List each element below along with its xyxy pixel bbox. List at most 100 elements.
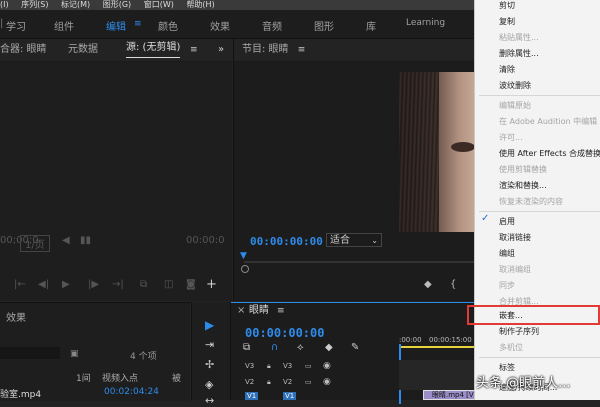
eye-icon[interactable]: ◉ xyxy=(323,377,331,387)
project-panel: 效果 ▣ 4 个项 1间 视频入点 被 验室.mp4 00:02:04:24 xyxy=(0,302,190,401)
menu-item-graphics[interactable]: 图形(G) xyxy=(103,0,131,9)
file-name: 验室.mp4 xyxy=(0,390,42,400)
zoom-handle[interactable] xyxy=(241,265,249,273)
mark-out-icon[interactable]: ▮▮ xyxy=(80,235,91,246)
tab-source[interactable]: 源: (无剪辑) xyxy=(126,39,181,58)
workspace-tab-libraries[interactable]: 库 xyxy=(366,18,376,33)
track-target[interactable]: V3 xyxy=(245,362,254,370)
source-transport: |← ◀| ▶ |▶ →| ⧉ ◫ ◙ + xyxy=(0,277,232,293)
selection-tool-icon[interactable]: ▶ xyxy=(205,318,214,332)
track-target[interactable]: V2 xyxy=(245,378,254,386)
step-forward-icon[interactable]: →| xyxy=(112,279,124,290)
program-timecode[interactable]: 00:00:00:00 xyxy=(250,235,323,248)
in-point-icon[interactable]: { xyxy=(450,279,456,290)
sync-lock-icon[interactable]: ▭ xyxy=(305,378,312,386)
sync-lock-icon[interactable]: ▭ xyxy=(305,362,312,370)
workspace-tab-audio[interactable]: 音频 xyxy=(262,18,282,33)
project-row[interactable]: 验室.mp4 00:02:04:24 xyxy=(0,387,190,400)
menu-item-cut[interactable]: 剪切 xyxy=(499,0,515,11)
column-more[interactable]: 被 xyxy=(172,371,181,384)
menu-item-ripple-delete[interactable]: 波纹删除 xyxy=(499,80,531,91)
linked-selection-icon[interactable]: ⟡ xyxy=(297,342,304,353)
marker-icon[interactable]: ◆ xyxy=(424,279,432,290)
menu-item-group[interactable]: 编组 xyxy=(499,248,515,259)
track-area[interactable] xyxy=(399,360,475,390)
playhead-icon[interactable]: ▼ xyxy=(240,251,247,261)
menu-icon[interactable]: ≡ xyxy=(134,19,142,29)
lock-icon[interactable]: 🔒︎ xyxy=(267,378,271,387)
forward-icon[interactable]: |▶ xyxy=(88,279,99,290)
add-marker-icon[interactable]: ◆ xyxy=(325,342,333,353)
program-title[interactable]: 节目: 眼睛 xyxy=(242,44,289,55)
menu-separator xyxy=(479,357,600,358)
menu-item-clip[interactable]: (I) xyxy=(0,0,9,9)
workspace-tab-color[interactable]: 颜色 xyxy=(158,18,178,33)
step-back-icon[interactable]: |← xyxy=(14,279,26,290)
track-name: V1 xyxy=(283,392,297,400)
effects-tab[interactable]: 效果 xyxy=(6,309,26,324)
menu-item-paste-attributes: 粘贴属性... xyxy=(499,33,539,42)
menu-item-remove-attributes[interactable]: 删除属性... xyxy=(499,48,539,59)
menu-item-unlink[interactable]: 取消链接 xyxy=(499,232,531,243)
workspace-tab-graphics[interactable]: 图形 xyxy=(314,18,334,33)
lock-icon[interactable]: 🔒︎ xyxy=(267,362,271,371)
menu-item-replace-after-effects[interactable]: 使用 After Effects 合成替换 xyxy=(499,148,600,159)
add-button-icon[interactable]: + xyxy=(206,277,217,292)
overwrite-icon[interactable]: ◫ xyxy=(164,279,173,290)
work-area-bar[interactable] xyxy=(399,346,475,348)
panel-menu-icon[interactable]: ≡ xyxy=(277,303,285,319)
project-search[interactable] xyxy=(0,347,60,359)
column-frame-rate[interactable]: 1间 xyxy=(76,371,91,384)
track-select-icon[interactable]: ⇥ xyxy=(205,338,214,351)
menu-item-enable[interactable]: 启用 xyxy=(499,216,515,227)
workspace-tab-editing[interactable]: 编辑 xyxy=(106,18,126,33)
mark-in-icon[interactable]: ◀ xyxy=(62,235,70,246)
menu-item-render-and-replace[interactable]: 渲染和替换... xyxy=(499,180,547,191)
slip-tool-icon[interactable]: ↔ xyxy=(205,394,214,407)
menu-item-copy[interactable]: 复制 xyxy=(499,16,515,27)
tab-audio-mixer[interactable]: 合器: 眼睛 xyxy=(0,39,47,61)
track-v2[interactable]: V2 🔒︎ V2 ▭ ◉ xyxy=(241,376,399,390)
scrubber-track xyxy=(244,261,475,263)
expand-panels-icon[interactable]: » xyxy=(218,39,224,61)
razor-tool-icon[interactable]: ◈ xyxy=(205,378,213,391)
timeline-timecode[interactable]: 00:00:00:00 xyxy=(245,326,324,340)
snap-icon[interactable]: ∩ xyxy=(271,342,278,353)
page-selector[interactable]: 1/页 xyxy=(20,235,50,252)
menu-item-clear[interactable]: 清除 xyxy=(499,64,515,75)
ripple-edit-icon[interactable]: ✢ xyxy=(205,358,214,371)
menu-item-help[interactable]: 帮助(H) xyxy=(186,0,214,9)
folder-icon[interactable]: ▣ xyxy=(70,349,79,359)
insert-icon[interactable]: ⧉ xyxy=(140,279,147,290)
menu-item-sequence[interactable]: 序列(S) xyxy=(21,0,48,9)
tab-metadata[interactable]: 元数据 xyxy=(68,39,98,61)
menu-item-window[interactable]: 窗口(W) xyxy=(144,0,174,9)
workspace-tab-assembly[interactable]: 组件 xyxy=(54,18,74,33)
eye-icon[interactable]: ◉ xyxy=(323,361,331,371)
close-icon[interactable]: × xyxy=(237,303,245,319)
menu-item-replace-with-clip: 使用剪辑替换 xyxy=(499,165,547,174)
insert-sequence-icon[interactable]: ⧉ xyxy=(243,342,250,353)
column-video-in[interactable]: 视频入点 xyxy=(102,371,138,384)
wrench-icon[interactable]: ✎ xyxy=(351,342,359,353)
track-v1[interactable]: V1 V1 xyxy=(241,392,399,400)
play-icon[interactable]: ▶ xyxy=(62,279,70,290)
track-v3[interactable]: V3 🔒︎ V3 ▭ ◉ xyxy=(241,360,399,374)
workspace-tab-learning[interactable]: Learning xyxy=(406,18,445,28)
menu-item-marker[interactable]: 标记(M) xyxy=(61,0,90,9)
menu-item-edit-in-audition: 在 Adobe Audition 中编辑 xyxy=(499,117,598,126)
menu-item-multi-camera: 多机位 xyxy=(499,343,523,352)
camera-icon[interactable]: ◙ xyxy=(186,279,196,290)
fit-dropdown[interactable]: 适合 ⌄ xyxy=(326,233,382,247)
menu-item-make-subsequence[interactable]: 制作子序列 xyxy=(499,326,539,337)
panel-menu-icon[interactable]: ≡ xyxy=(190,39,198,61)
timeline-ruler[interactable]: :00:00 00:00:15:00 xyxy=(399,336,475,404)
timeline-clip[interactable]: 眼睛.mp4 [V] xyxy=(423,390,475,400)
program-scrubber[interactable]: ▼ xyxy=(240,251,475,273)
panel-menu-icon[interactable]: ≡ xyxy=(298,45,306,55)
workspace-tab-effects[interactable]: 效果 xyxy=(210,18,230,33)
workspace-tab-learn[interactable]: 学习 xyxy=(6,18,26,33)
rewind-icon[interactable]: ◀| xyxy=(38,279,49,290)
track-target[interactable]: V1 xyxy=(245,392,259,400)
sequence-tab[interactable]: 眼睛 xyxy=(249,303,269,319)
